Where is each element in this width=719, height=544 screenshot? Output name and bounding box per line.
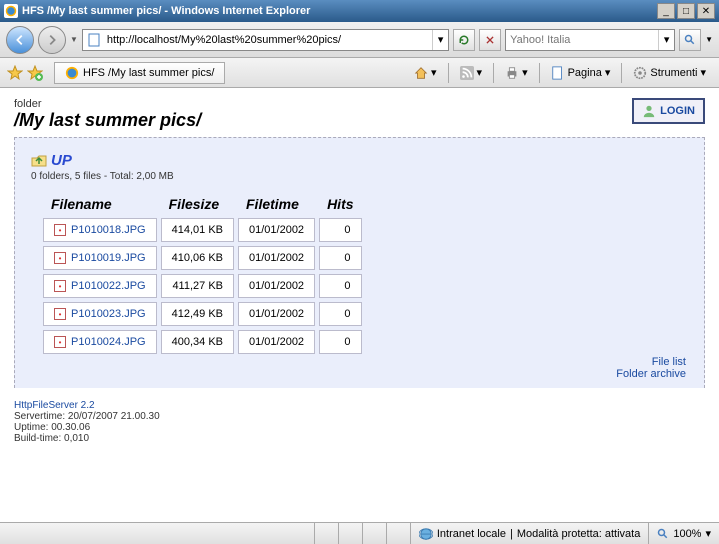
page-menu[interactable]: Pagina ▾ bbox=[544, 62, 618, 84]
file-icon bbox=[54, 224, 66, 236]
print-button[interactable]: ▾ bbox=[498, 62, 535, 84]
dropdown-icon[interactable]: ▼ bbox=[70, 35, 78, 44]
server-info: HttpFileServer 2.2 Servertime: 20/07/200… bbox=[14, 400, 705, 444]
globe-icon bbox=[419, 527, 433, 541]
time-cell: 01/01/2002 bbox=[238, 330, 315, 354]
table-row: P1010023.JPG412,49 KB01/01/20020 bbox=[43, 302, 362, 326]
size-cell: 411,27 KB bbox=[161, 274, 234, 298]
file-icon bbox=[54, 308, 66, 320]
time-cell: 01/01/2002 bbox=[238, 274, 315, 298]
up-link[interactable]: UP bbox=[31, 152, 688, 169]
tools-menu[interactable]: Strumenti ▾ bbox=[626, 62, 713, 84]
file-icon bbox=[54, 252, 66, 264]
col-filetime[interactable]: Filetime bbox=[238, 194, 315, 214]
favorites-star-icon[interactable] bbox=[6, 64, 24, 82]
hits-cell: 0 bbox=[319, 246, 361, 270]
folder-up-icon bbox=[31, 153, 47, 169]
col-filesize[interactable]: Filesize bbox=[161, 194, 234, 214]
hits-cell: 0 bbox=[319, 218, 361, 242]
file-icon bbox=[54, 280, 66, 292]
status-bar: Intranet locale | Modalità protetta: att… bbox=[0, 522, 719, 544]
file-list-link[interactable]: File list bbox=[616, 356, 686, 368]
page-icon bbox=[87, 32, 103, 48]
uptime: Uptime: 00.30.06 bbox=[14, 422, 705, 433]
file-cell[interactable]: P1010024.JPG bbox=[43, 330, 157, 354]
login-button[interactable]: LOGIN bbox=[632, 98, 705, 124]
col-hits[interactable]: Hits bbox=[319, 194, 361, 214]
zoom-icon bbox=[657, 528, 669, 540]
hits-cell: 0 bbox=[319, 330, 361, 354]
search-bar[interactable]: ▾ bbox=[505, 29, 675, 51]
hits-cell: 0 bbox=[319, 274, 361, 298]
folder-stats: 0 folders, 5 files - Total: 2,00 MB bbox=[31, 171, 688, 182]
user-icon bbox=[642, 104, 656, 118]
ie-icon bbox=[65, 66, 79, 80]
folder-archive-link[interactable]: Folder archive bbox=[616, 368, 686, 380]
search-dropdown-arrow[interactable]: ▼ bbox=[705, 35, 713, 44]
search-dropdown[interactable]: ▾ bbox=[658, 30, 674, 50]
add-favorite-icon[interactable] bbox=[26, 64, 44, 82]
status-slot-3 bbox=[362, 523, 386, 544]
forward-button[interactable] bbox=[38, 26, 66, 54]
search-button[interactable] bbox=[679, 29, 701, 51]
table-row: P1010022.JPG411,27 KB01/01/20020 bbox=[43, 274, 362, 298]
file-table: Filename Filesize Filetime Hits P1010018… bbox=[39, 190, 366, 358]
browser-tab[interactable]: HFS /My last summer pics/ bbox=[54, 62, 225, 84]
minimize-button[interactable]: _ bbox=[657, 3, 675, 19]
ie-icon bbox=[4, 4, 18, 18]
page-content: LOGIN folder /My last summer pics/ UP 0 … bbox=[0, 88, 719, 508]
tab-label: HFS /My last summer pics/ bbox=[83, 67, 214, 79]
security-zone: Intranet locale | Modalità protetta: att… bbox=[410, 523, 648, 544]
server-time: Servertime: 20/07/2007 21.00.30 bbox=[14, 411, 705, 422]
file-cell[interactable]: P1010018.JPG bbox=[43, 218, 157, 242]
home-button[interactable]: ▾ bbox=[407, 62, 444, 84]
size-cell: 410,06 KB bbox=[161, 246, 234, 270]
table-row: P1010024.JPG400,34 KB01/01/20020 bbox=[43, 330, 362, 354]
build-time: Build-time: 0,010 bbox=[14, 433, 705, 444]
size-cell: 412,49 KB bbox=[161, 302, 234, 326]
file-cell[interactable]: P1010023.JPG bbox=[43, 302, 157, 326]
close-button[interactable]: ✕ bbox=[697, 3, 715, 19]
nav-toolbar: ▼ ▾ ▾ ▼ bbox=[0, 22, 719, 58]
file-icon bbox=[54, 336, 66, 348]
window-title: HFS /My last summer pics/ - Windows Inte… bbox=[22, 5, 657, 17]
side-links: File list Folder archive bbox=[616, 356, 686, 380]
time-cell: 01/01/2002 bbox=[238, 246, 315, 270]
time-cell: 01/01/2002 bbox=[238, 302, 315, 326]
url-input[interactable] bbox=[107, 34, 432, 46]
file-listing-box: UP 0 folders, 5 files - Total: 2,00 MB F… bbox=[14, 137, 705, 388]
file-cell[interactable]: P1010019.JPG bbox=[43, 246, 157, 270]
status-slot-1 bbox=[314, 523, 338, 544]
favorites-bar: HFS /My last summer pics/ ▾ ▾ ▾ Pagina ▾… bbox=[0, 58, 719, 88]
window-titlebar: HFS /My last summer pics/ - Windows Inte… bbox=[0, 0, 719, 22]
table-row: P1010018.JPG414,01 KB01/01/20020 bbox=[43, 218, 362, 242]
server-link[interactable]: HttpFileServer 2.2 bbox=[14, 400, 95, 411]
path-title: /My last summer pics/ bbox=[14, 110, 705, 131]
col-filename[interactable]: Filename bbox=[43, 194, 157, 214]
time-cell: 01/01/2002 bbox=[238, 218, 315, 242]
stop-button[interactable] bbox=[479, 29, 501, 51]
refresh-button[interactable] bbox=[453, 29, 475, 51]
feeds-button[interactable]: ▾ bbox=[453, 62, 490, 84]
size-cell: 400,34 KB bbox=[161, 330, 234, 354]
status-empty bbox=[0, 523, 314, 544]
maximize-button[interactable]: □ bbox=[677, 3, 695, 19]
folder-label: folder bbox=[14, 98, 705, 110]
status-slot-4 bbox=[386, 523, 410, 544]
size-cell: 414,01 KB bbox=[161, 218, 234, 242]
url-dropdown[interactable]: ▾ bbox=[432, 30, 448, 50]
table-row: P1010019.JPG410,06 KB01/01/20020 bbox=[43, 246, 362, 270]
search-input[interactable] bbox=[506, 34, 658, 46]
status-slot-2 bbox=[338, 523, 362, 544]
file-cell[interactable]: P1010022.JPG bbox=[43, 274, 157, 298]
back-button[interactable] bbox=[6, 26, 34, 54]
hits-cell: 0 bbox=[319, 302, 361, 326]
address-bar[interactable]: ▾ bbox=[82, 29, 449, 51]
zoom-control[interactable]: 100% ▾ bbox=[648, 523, 719, 544]
